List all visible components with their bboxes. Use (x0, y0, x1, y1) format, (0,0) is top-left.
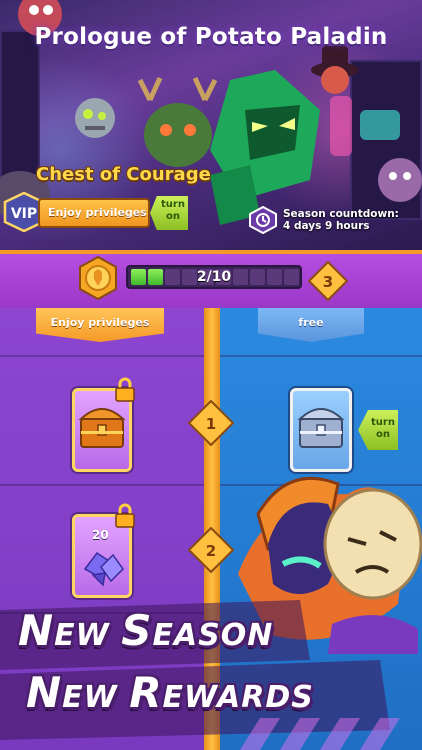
turn-on-vip-button[interactable]: turn on (150, 196, 188, 230)
level-number: 3 (323, 273, 333, 291)
banner-line-1: NEW SEASON (18, 606, 274, 655)
lock-icon (115, 377, 135, 402)
countdown-label: Season countdown: (283, 208, 399, 220)
pass-progress-bar: 2/10 (126, 265, 302, 289)
tier-number: 2 (206, 542, 216, 560)
progress-label: 2/10 (196, 269, 232, 285)
season-title: Prologue of Potato Paladin (34, 24, 388, 50)
bottom-chevrons (240, 718, 400, 750)
banner-line-2: NEW REWARDS (26, 668, 314, 717)
turn-on-label: turn on (371, 417, 395, 440)
turn-on-free-button[interactable]: turn on (358, 410, 398, 450)
season-hero-banner: Prologue of Potato Paladin Chest of Cour… (0, 0, 422, 250)
enjoy-privileges-bar: Enjoy privileges (38, 198, 150, 228)
pass-medal-icon (79, 255, 117, 301)
vip-label: VIP (11, 206, 37, 222)
season-countdown: Season countdown: 4 days 9 hours (283, 208, 399, 232)
clock-icon (249, 206, 277, 234)
tier-badge-1: 1 (188, 400, 234, 446)
chest-title: Chest of Courage (36, 164, 211, 185)
turn-on-label: turn on (161, 199, 185, 222)
countdown-value: 4 days 9 hours (283, 220, 370, 232)
enjoy-privileges-label: Enjoy privileges (48, 206, 147, 219)
tier-number: 1 (206, 415, 216, 433)
reward-count: 20 (92, 528, 109, 542)
row-separator (220, 355, 422, 357)
row-separator (0, 484, 204, 486)
row-separator (0, 355, 204, 357)
level-badge: 3 (308, 261, 348, 301)
lock-icon (115, 503, 135, 528)
